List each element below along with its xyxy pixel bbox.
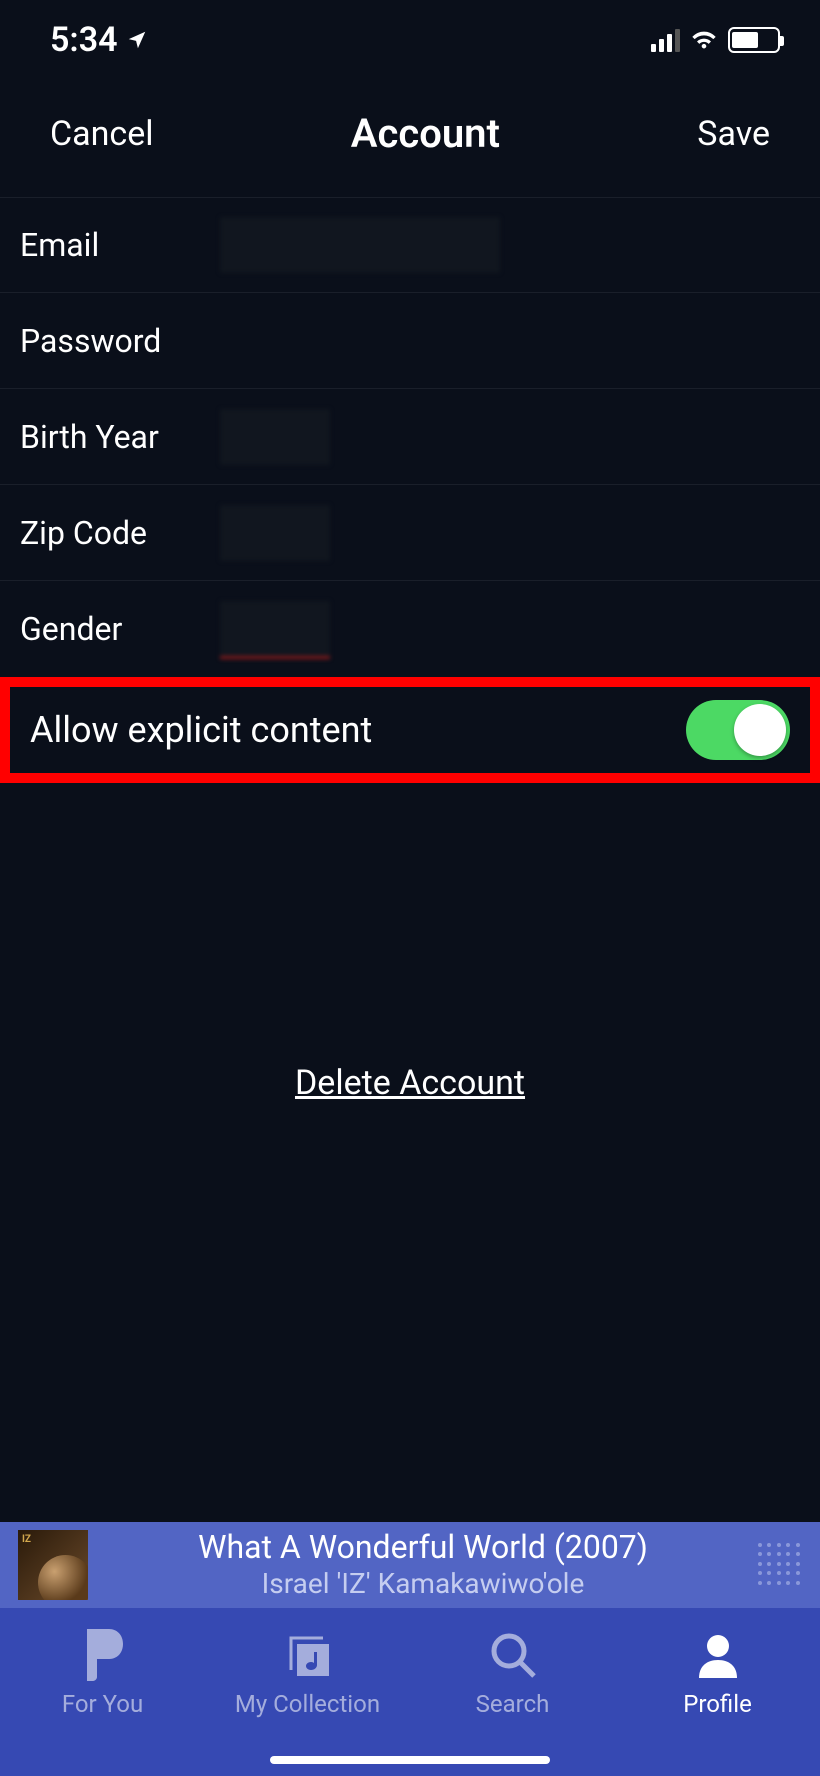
wifi-icon [690,27,718,53]
collection-icon [283,1628,333,1682]
status-bar: 5:34 [0,0,820,70]
profile-icon [693,1628,743,1682]
tab-for-you[interactable]: For You [0,1628,205,1718]
tab-search[interactable]: Search [410,1628,615,1718]
battery-icon [728,27,780,53]
tab-label: Profile [683,1690,752,1718]
status-right [651,27,780,53]
status-time: 5:34 [50,20,118,60]
tab-label: Search [476,1690,550,1718]
delete-account-wrap: Delete Account [0,1063,820,1103]
cellular-signal-icon [651,28,680,52]
password-label: Password [20,322,220,360]
tab-my-collection[interactable]: My Collection [205,1628,410,1718]
redacted-block [220,505,330,561]
birth-year-label: Birth Year [20,418,220,456]
redacted-block [220,217,500,273]
nav-header: Cancel Account Save [0,70,820,197]
tab-bar: For You My Collection Search Profil [0,1608,820,1776]
delete-account-link[interactable]: Delete Account [295,1063,525,1103]
gender-row[interactable]: Gender [0,581,820,677]
toggle-knob [734,704,786,756]
tab-label: My Collection [235,1690,380,1718]
now-playing-bar[interactable]: What A Wonderful World (2007) Israel 'IZ… [0,1522,820,1608]
tab-profile[interactable]: Profile [615,1628,820,1718]
track-info: What A Wonderful World (2007) Israel 'IZ… [108,1528,738,1603]
page-title: Account [351,110,500,157]
password-row[interactable]: Password [0,293,820,389]
track-artist: Israel 'IZ' Kamakawiwo'ole [108,1566,738,1602]
pandora-icon [81,1628,125,1682]
search-icon [488,1628,538,1682]
zip-code-row[interactable]: Zip Code [0,485,820,581]
email-value [220,217,800,273]
home-indicator[interactable] [270,1756,550,1764]
gender-label: Gender [20,610,220,648]
album-art [18,1530,88,1600]
settings-list: Email Password Birth Year Zip Code Gende… [0,197,820,783]
redacted-block [220,601,330,657]
status-left: 5:34 [50,20,148,60]
zip-code-value [220,505,800,561]
track-title: What A Wonderful World (2007) [108,1528,738,1566]
email-label: Email [20,226,220,264]
birth-year-row[interactable]: Birth Year [0,389,820,485]
explicit-content-row-highlighted[interactable]: Allow explicit content [0,677,820,783]
save-button[interactable]: Save [697,114,770,154]
explicit-content-label: Allow explicit content [30,709,372,751]
tab-label: For You [62,1690,143,1718]
zip-code-label: Zip Code [20,514,220,552]
location-icon [126,20,148,60]
explicit-content-toggle[interactable] [686,700,790,760]
redacted-block [220,409,330,465]
cancel-button[interactable]: Cancel [50,114,154,154]
more-icon[interactable] [758,1543,802,1587]
email-row[interactable]: Email [0,197,820,293]
gender-value [220,601,800,657]
birth-year-value [220,409,800,465]
